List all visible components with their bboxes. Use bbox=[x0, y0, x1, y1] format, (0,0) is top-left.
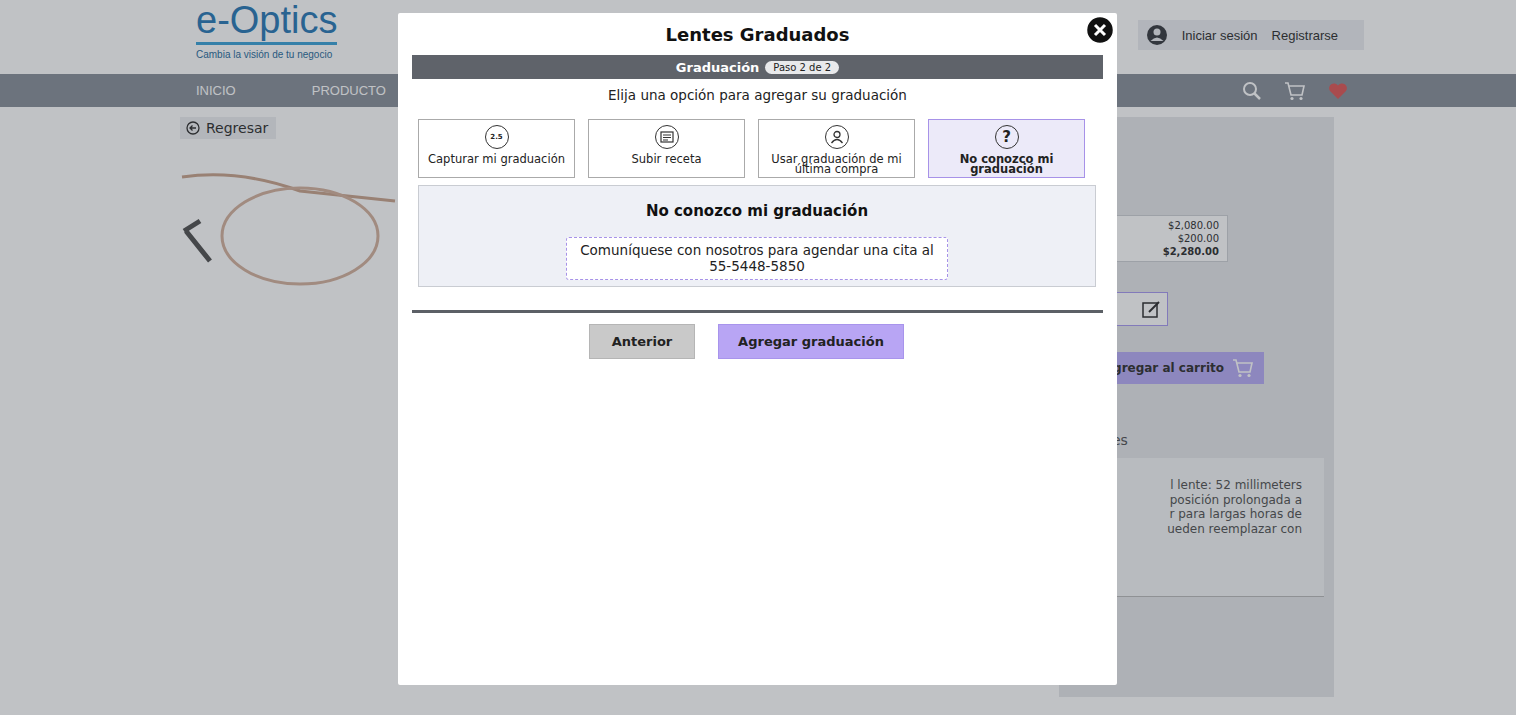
option-label: Usar graduación de mi última compra bbox=[763, 152, 910, 174]
panel-title: No conozco mi graduación bbox=[646, 202, 868, 220]
document-lines-icon bbox=[660, 131, 674, 143]
option-card[interactable]: Subir receta bbox=[588, 119, 745, 178]
step-badge: Paso 2 de 2 bbox=[765, 61, 839, 74]
option-list: 2.5 Capturar mi graduación Subir receta Usa… bbox=[418, 119, 1103, 178]
add-prescription-button[interactable]: Agregar graduación bbox=[718, 324, 904, 359]
divider bbox=[412, 310, 1103, 313]
question-icon: ? bbox=[995, 125, 1019, 149]
option-panel: No conozco mi graduación Comuníquese con … bbox=[418, 185, 1096, 287]
modal-title: Lentes Graduados bbox=[412, 13, 1103, 55]
close-icon bbox=[1085, 15, 1115, 45]
close-button[interactable] bbox=[1085, 15, 1115, 45]
option-card[interactable]: ? No conozco mi graduación bbox=[928, 119, 1085, 178]
prescription-value-icon: 2.5 bbox=[485, 125, 509, 149]
prescription-modal: Lentes Graduados Graduación Paso 2 de 2 Eli… bbox=[398, 13, 1117, 685]
contact-message: Comuníquese con nosotros para agendar un… bbox=[566, 237, 948, 280]
button-row: Anterior Agregar graduación bbox=[412, 324, 1103, 359]
person-icon bbox=[830, 130, 844, 144]
option-label: No conozco mi graduación bbox=[933, 152, 1080, 174]
user-icon bbox=[825, 125, 849, 149]
document-icon bbox=[655, 125, 679, 149]
option-card[interactable]: 2.5 Capturar mi graduación bbox=[418, 119, 575, 178]
previous-button[interactable]: Anterior bbox=[589, 324, 695, 359]
step-label: Graduación bbox=[676, 60, 760, 75]
option-label: Capturar mi graduación bbox=[428, 152, 565, 164]
step-bar: Graduación Paso 2 de 2 bbox=[412, 55, 1103, 79]
option-card[interactable]: Usar graduación de mi última compra bbox=[758, 119, 915, 178]
prompt-text: Elija una opción para agregar su graduac… bbox=[412, 87, 1103, 109]
option-label: Subir receta bbox=[632, 152, 702, 164]
